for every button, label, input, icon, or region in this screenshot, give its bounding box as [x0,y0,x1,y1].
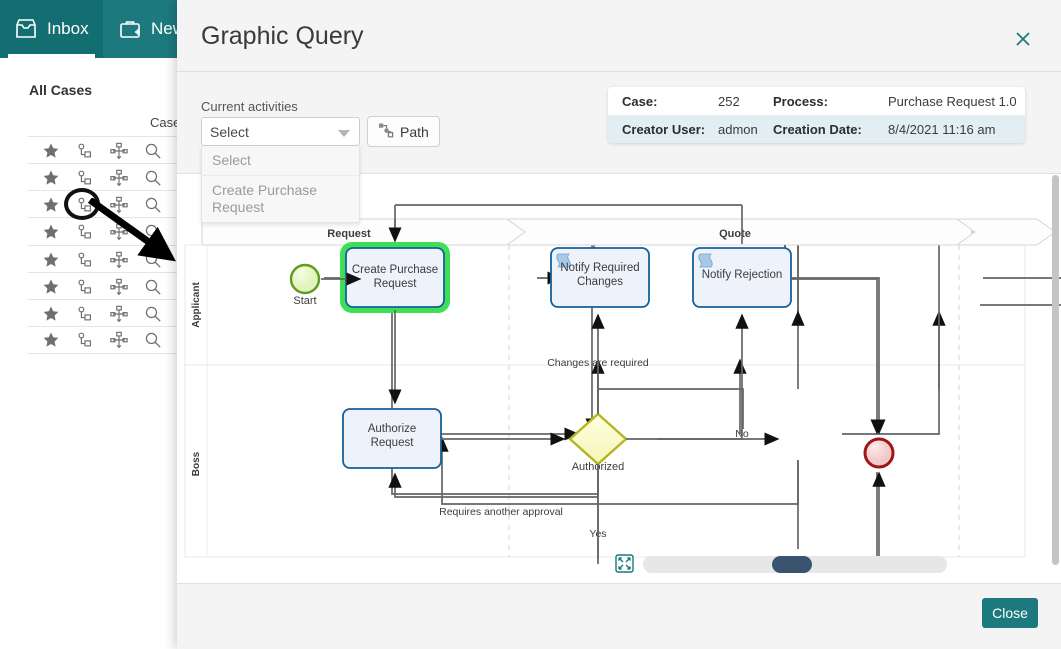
nav-tab-inbox-label: Inbox [47,19,89,38]
edge-label-requires-another-approval: Requires another approval [439,506,563,518]
info-key-creator-user: Creator User: [622,121,706,137]
bpmn-task-create-purchase-request[interactable]: Create Purchase Request [340,242,450,313]
dropdown-option-select[interactable]: Select [202,146,359,175]
table-row[interactable] [28,272,188,300]
case-info-row: Case: 252 Process: Purchase Request 1.0 [608,87,1025,115]
nav-tab-inbox[interactable]: Inbox [0,0,103,58]
star-icon[interactable] [42,278,60,296]
modal-title: Graphic Query [201,22,364,50]
bpmn-start-event-label: Start [293,295,316,307]
path-icon [378,122,395,142]
fit-to-screen-icon[interactable] [615,554,634,573]
canvas-vertical-scrollbar[interactable] [1052,175,1059,565]
bpmn-task-authorize-request[interactable]: Authorize Request [342,408,442,469]
bpmn-diagram: Request Quote Applicant Boss [177,174,1061,572]
info-key-creation-date: Creation Date: [773,121,862,137]
case-info-row: Creator User: admon Creation Date: 8/4/2… [608,115,1025,143]
bpmn-diagram-canvas[interactable]: Request Quote Applicant Boss [177,173,1061,583]
graphic-query-modal: Graphic Query Current activities Select … [177,0,1061,649]
briefcase-plus-icon [118,17,142,41]
star-icon[interactable] [42,142,60,160]
search-icon[interactable] [144,305,162,323]
bpmn-start-event[interactable]: Start [289,263,321,307]
dropdown-option-create-purchase-request[interactable]: Create Purchase Request [202,175,359,222]
process-map-icon[interactable] [110,331,128,349]
workflow-icon[interactable] [76,331,94,349]
info-value-process: Purchase Request 1.0 [888,93,1017,109]
annotation-arrow [88,198,176,262]
svg-text:Quote: Quote [719,228,751,240]
svg-text:Notify Required: Notify Required [560,262,639,274]
current-activities-dropdown-menu[interactable]: Select Create Purchase Request [201,146,360,223]
process-map-icon[interactable] [110,142,128,160]
svg-text:Request: Request [374,278,418,290]
star-icon[interactable] [42,223,60,241]
svg-text:Notify Rejection: Notify Rejection [702,269,783,281]
close-button[interactable]: Close [982,598,1038,628]
search-icon[interactable] [144,169,162,187]
inbox-icon [14,17,38,41]
table-column-header-case: Case [150,115,181,130]
current-activities-select[interactable]: Select [201,117,360,146]
path-button[interactable]: Path [367,116,440,147]
workflow-icon[interactable] [76,169,94,187]
current-activities-select-value: Select [210,123,249,140]
page-title: All Cases [29,82,93,98]
info-value-creator-user: admon [718,121,758,137]
workflow-icon[interactable] [76,305,94,323]
table-row[interactable] [28,163,188,191]
svg-text:Request: Request [327,228,371,240]
case-info-card: Case: 252 Process: Purchase Request 1.0 … [608,87,1025,143]
svg-text:Create Purchase: Create Purchase [352,264,438,276]
process-map-icon[interactable] [110,278,128,296]
process-map-icon[interactable] [110,169,128,187]
svg-text:Changes: Changes [577,276,623,288]
search-icon[interactable] [144,278,162,296]
svg-text:Authorize: Authorize [368,423,417,435]
workflow-icon[interactable] [76,278,94,296]
workflow-icon[interactable] [76,142,94,160]
star-icon[interactable] [42,251,60,269]
info-key-process: Process: [773,93,828,109]
table-row[interactable] [28,136,188,164]
zoom-slider[interactable] [643,556,947,573]
star-icon[interactable] [42,305,60,323]
star-icon[interactable] [42,169,60,187]
search-icon[interactable] [144,142,162,160]
bpmn-end-event[interactable] [863,437,895,469]
chevron-down-icon [338,130,350,137]
table-row[interactable] [28,299,188,327]
star-icon[interactable] [42,331,60,349]
bpmn-script-task-notify-rejection[interactable]: Notify Rejection [692,247,792,308]
modal-divider [177,71,1061,72]
current-activities-label: Current activities [201,99,298,114]
zoom-slider-thumb[interactable] [772,556,812,573]
path-button-label: Path [400,123,429,140]
star-icon[interactable] [42,196,60,214]
modal-footer: Close [177,583,1061,649]
info-key-case: Case: [622,93,658,109]
script-task-icon [698,253,713,268]
lane-label-applicant: Applicant [191,282,202,328]
svg-text:Request: Request [371,437,415,449]
info-value-case: 252 [718,93,740,109]
lane-label-boss: Boss [191,451,202,476]
process-map-icon[interactable] [110,305,128,323]
search-icon[interactable] [144,331,162,349]
bpmn-script-task-notify-required-changes[interactable]: Notify Required Changes [550,247,650,308]
table-row[interactable] [28,326,188,354]
info-value-creation-date: 8/4/2021 11:16 am [888,121,996,137]
close-icon[interactable] [1009,25,1037,53]
